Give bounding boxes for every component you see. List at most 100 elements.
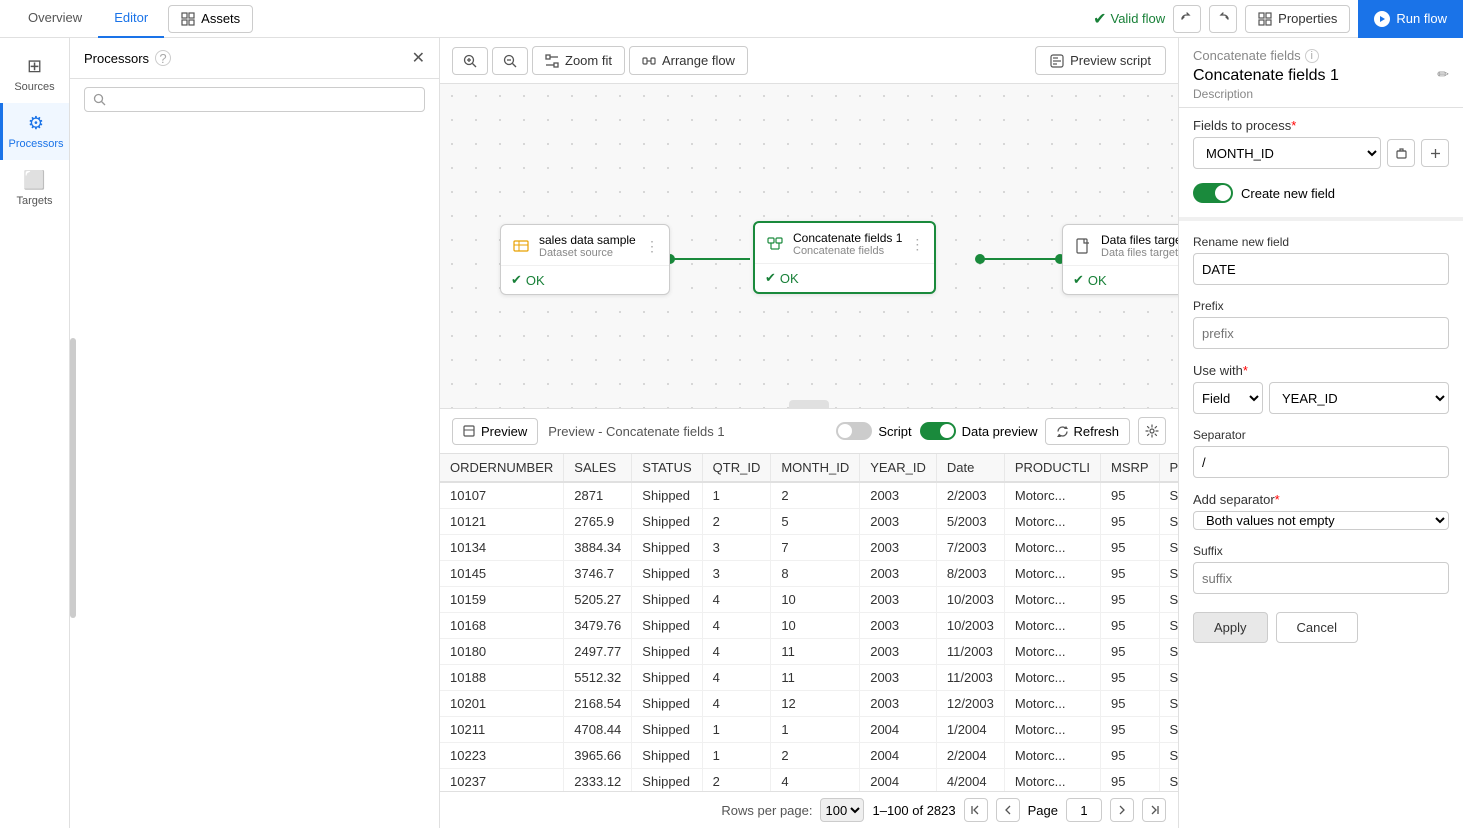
table-cell: 2/2004 (936, 743, 1004, 769)
collapse-handle[interactable] (789, 400, 829, 408)
source-node-header: sales data sample Dataset source ⋮ (501, 225, 669, 266)
sidebar-item-targets[interactable]: ⬜ Targets (0, 160, 69, 217)
table-cell: 95 (1100, 743, 1159, 769)
table-cell: 2 (771, 743, 860, 769)
separator-input[interactable] (1193, 446, 1449, 478)
zoom-in-button[interactable] (452, 47, 488, 75)
proc-node-menu[interactable]: ⋮ (910, 236, 924, 253)
flow-canvas[interactable]: sales data sample Dataset source ⋮ ✔ OK (440, 84, 1178, 408)
table-cell: 2 (702, 509, 771, 535)
prev-page-button[interactable] (996, 798, 1020, 822)
data-table-wrapper: ORDERNUMBER SALES STATUS QTR_ID MONTH_ID… (440, 454, 1178, 791)
col-qtrid: QTR_ID (702, 454, 771, 482)
suffix-input[interactable] (1193, 562, 1449, 594)
tab-overview[interactable]: Overview (12, 0, 98, 38)
target-node[interactable]: Data files target 1 Data files target ⋮ … (1062, 224, 1178, 295)
next-page-button[interactable] (1110, 798, 1134, 822)
rp-breadcrumb-text: Concatenate fields (1193, 48, 1301, 63)
run-flow-button[interactable]: Run flow (1358, 0, 1463, 38)
file-icon (1075, 238, 1091, 254)
table-cell: 4 (702, 587, 771, 613)
table-cell: 5/2003 (936, 509, 1004, 535)
rp-edit-icon[interactable]: ✏ (1437, 66, 1449, 83)
dataset-icon (513, 238, 529, 254)
use-with-value-select[interactable]: YEAR_ID MONTH_ID (1269, 382, 1449, 414)
sidebar-item-processors[interactable]: ⚙ Processors (0, 103, 69, 160)
source-node[interactable]: sales data sample Dataset source ⋮ ✔ OK (500, 224, 670, 295)
rename-new-field-label: Rename new field (1193, 235, 1449, 249)
zoom-fit-button[interactable]: Zoom fit (532, 46, 625, 75)
preview-script-button[interactable]: Preview script (1035, 46, 1166, 75)
table-cell: S10_1678 (1159, 743, 1178, 769)
table-cell: 95 (1100, 482, 1159, 509)
properties-button[interactable]: Properties (1245, 5, 1350, 33)
undo-button[interactable] (1173, 5, 1201, 33)
table-cell: Motorc... (1004, 665, 1100, 691)
rename-new-field-input[interactable] (1193, 253, 1449, 285)
group-header-collapsed[interactable]: ▼ ⋮⋮ (70, 124, 439, 128)
add-field-button[interactable] (1421, 139, 1449, 167)
proc-ok-icon: ✔ (765, 270, 776, 286)
page-input[interactable] (1066, 798, 1102, 822)
search-input[interactable] (112, 92, 416, 107)
table-row: 101885512.32Shipped411200311/2003Motorc.… (440, 665, 1178, 691)
first-page-icon (970, 804, 982, 816)
settings-button[interactable] (1138, 417, 1166, 445)
table-cell: S10_1678 (1159, 691, 1178, 717)
zoom-out-button[interactable] (492, 47, 528, 75)
preview-tab-icon (463, 425, 475, 437)
first-page-button[interactable] (964, 798, 988, 822)
table-cell: Shipped (632, 613, 702, 639)
table-cell: S10_1678 (1159, 613, 1178, 639)
rename-new-field-field: Rename new field (1193, 235, 1449, 285)
tab-assets[interactable]: Assets (168, 5, 253, 33)
table-cell: 8/2003 (936, 561, 1004, 587)
script-toggle-slider (836, 422, 872, 440)
minimize-button[interactable]: ✕ (412, 48, 425, 68)
scroll-track[interactable] (70, 128, 76, 828)
table-cell: Motorc... (1004, 743, 1100, 769)
separator-field: Separator (1193, 428, 1449, 478)
table-cell: Shipped (632, 691, 702, 717)
table-row: 101343884.34Shipped3720037/2003Motorc...… (440, 535, 1178, 561)
apply-button[interactable]: Apply (1193, 612, 1268, 643)
table-cell: Shipped (632, 717, 702, 743)
table-cell: 2004 (860, 769, 937, 792)
rows-per-page-select[interactable]: 100 50 200 (820, 798, 864, 822)
table-cell: 10188 (440, 665, 564, 691)
prefix-label: Prefix (1193, 299, 1449, 313)
preview-script-label: Preview script (1070, 53, 1151, 68)
sources-label: Sources (14, 81, 54, 93)
arrange-flow-button[interactable]: Arrange flow (629, 46, 748, 75)
valid-icon: ✔ (1093, 9, 1106, 29)
table-cell: 10237 (440, 769, 564, 792)
undo-icon (1180, 12, 1194, 26)
table-cell: 10 (771, 613, 860, 639)
refresh-button[interactable]: Refresh (1045, 418, 1130, 445)
proc-node[interactable]: Concatenate fields 1 Concatenate fields … (753, 221, 936, 294)
table-cell: 2871 (564, 482, 632, 509)
table-row: 101072871Shipped1220032/2003Motorc...95S… (440, 482, 1178, 509)
table-cell: 95 (1100, 639, 1159, 665)
add-separator-select[interactable]: Both values not empty Always Never (1193, 511, 1449, 530)
scroll-thumb (70, 338, 76, 618)
create-new-field-toggle[interactable] (1193, 183, 1233, 203)
sidebar-item-sources[interactable]: ⊞ Sources (0, 46, 69, 103)
last-page-button[interactable] (1142, 798, 1166, 822)
use-with-type-select[interactable]: Field Value (1193, 382, 1263, 414)
table-cell: 4 (702, 639, 771, 665)
table-cell: 10121 (440, 509, 564, 535)
target-node-title: Data files target 1 (1101, 233, 1178, 247)
table-cell: 2/2003 (936, 482, 1004, 509)
data-preview-toggle[interactable] (920, 422, 956, 440)
delete-field-button[interactable] (1387, 139, 1415, 167)
redo-button[interactable] (1209, 5, 1237, 33)
tab-editor[interactable]: Editor (98, 0, 164, 38)
fields-to-process-select[interactable]: MONTH_ID (1193, 137, 1381, 169)
cancel-button[interactable]: Cancel (1276, 612, 1358, 643)
script-toggle[interactable] (836, 422, 872, 440)
table-cell: S10_1678 (1159, 587, 1178, 613)
preview-tab-button[interactable]: Preview (452, 418, 538, 445)
prefix-input[interactable] (1193, 317, 1449, 349)
source-node-menu[interactable]: ⋮ (645, 238, 659, 255)
